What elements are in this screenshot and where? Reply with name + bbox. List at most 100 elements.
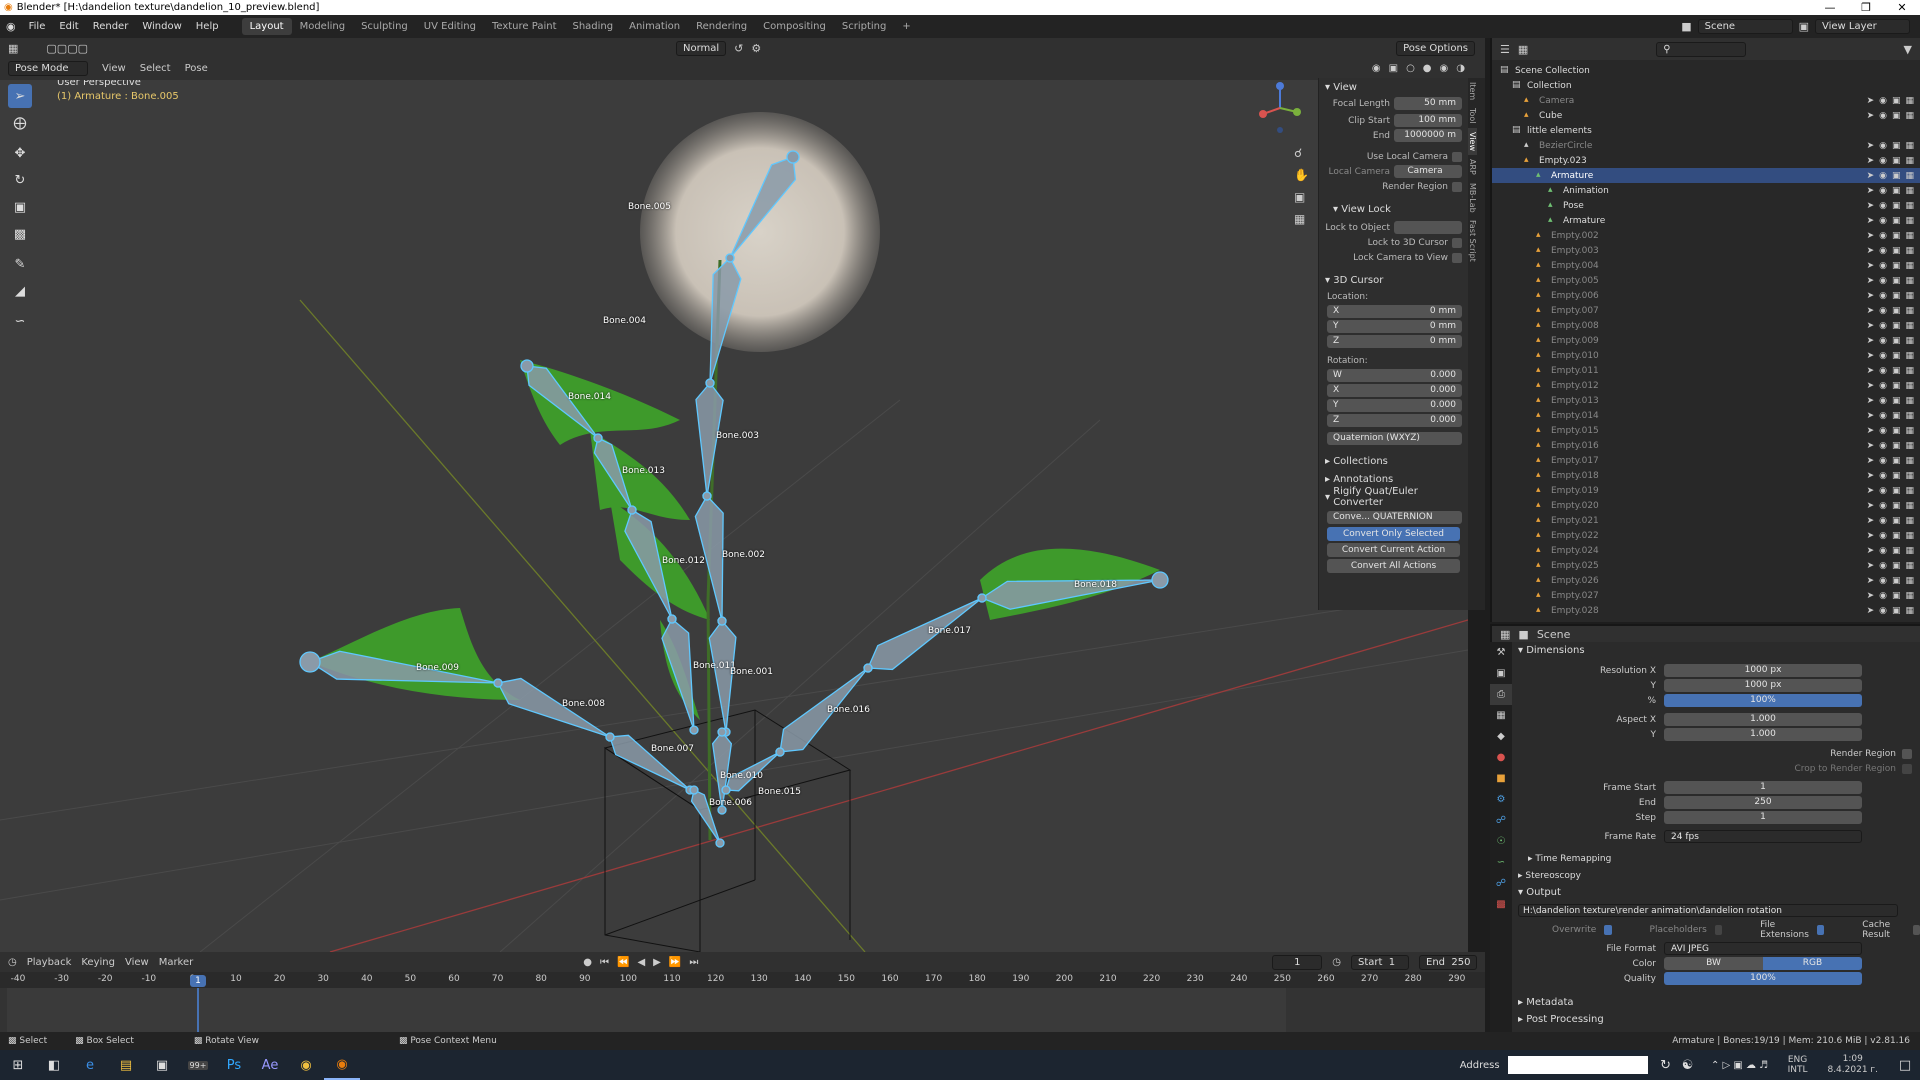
edge-browser-icon[interactable]: e xyxy=(72,1050,108,1080)
photoshop-icon[interactable]: Ps xyxy=(216,1050,252,1080)
visibility-toggles[interactable]: ➤ ◉ ▣ ▦ xyxy=(1867,321,1914,331)
texture-tab-icon[interactable]: ▩ xyxy=(1490,894,1512,915)
maximize-button[interactable]: ❐ xyxy=(1848,1,1884,14)
cursor-tool-icon[interactable]: ⨁ xyxy=(8,111,32,135)
tab-mb-lab[interactable]: MB-Lab xyxy=(1468,179,1477,217)
filter-icon[interactable]: ▼ xyxy=(1904,43,1912,56)
visibility-toggles[interactable]: ➤ ◉ ▣ ▦ xyxy=(1867,546,1914,556)
use-local-camera-checkbox[interactable] xyxy=(1452,151,1462,162)
tab-scripting[interactable]: Scripting xyxy=(834,18,894,35)
outliner-row[interactable]: ▴ Empty.008 ➤ ◉ ▣ ▦ xyxy=(1492,318,1920,333)
blender-taskbar-icon[interactable]: ◉ xyxy=(324,1050,360,1080)
outliner-row[interactable]: ▴ Empty.022 ➤ ◉ ▣ ▦ xyxy=(1492,528,1920,543)
refresh-icon[interactable]: ↻ xyxy=(1656,1050,1676,1080)
visibility-toggles[interactable]: ➤ ◉ ▣ ▦ xyxy=(1867,456,1914,466)
frame-rate-dropdown[interactable]: 24 fps xyxy=(1664,830,1862,843)
timeline-track-area[interactable] xyxy=(0,988,1485,1032)
annotate-tool-icon[interactable]: ✎ xyxy=(8,252,32,276)
resolution-pct-slider[interactable]: 100% xyxy=(1664,694,1862,707)
outliner-row[interactable]: ▴ Empty.024 ➤ ◉ ▣ ▦ xyxy=(1492,543,1920,558)
frame-step-field[interactable]: 1 xyxy=(1664,811,1862,824)
visibility-toggles[interactable]: ➤ ◉ ▣ ▦ xyxy=(1867,156,1914,166)
overwrite-checkbox[interactable] xyxy=(1604,924,1612,935)
outliner-row[interactable]: ▴ Empty.026 ➤ ◉ ▣ ▦ xyxy=(1492,573,1920,588)
tab-texture-paint[interactable]: Texture Paint xyxy=(484,18,565,35)
tab-sculpting[interactable]: Sculpting xyxy=(353,18,416,35)
mode-dropdown[interactable]: Pose Mode xyxy=(8,60,88,76)
menu-file[interactable]: File xyxy=(22,21,53,32)
outliner-row[interactable]: ▤ little elements xyxy=(1492,123,1920,138)
viewport-nav-buttons[interactable]: ☌ ✋ ▣ ▦ xyxy=(1294,146,1309,226)
resolution-y-field[interactable]: 1000 px xyxy=(1664,679,1862,692)
outliner-row[interactable]: ▴ Empty.025 ➤ ◉ ▣ ▦ xyxy=(1492,558,1920,573)
scene-selector[interactable]: Scene xyxy=(1697,19,1793,34)
rot-z-field[interactable]: Z 0.000 xyxy=(1327,414,1462,427)
data-tab-icon[interactable]: ☉ xyxy=(1490,831,1512,852)
visibility-toggles[interactable]: ➤ ◉ ▣ ▦ xyxy=(1867,111,1914,121)
dimensions-header[interactable]: ▾ Dimensions xyxy=(1492,642,1920,659)
end-frame-field[interactable]: End 250 xyxy=(1419,954,1477,970)
post-processing-header[interactable]: ▸ Post Processing xyxy=(1492,1011,1920,1028)
output-path-input[interactable]: H:\dandelion texture\render animation\da… xyxy=(1518,904,1898,917)
menu-edit[interactable]: Edit xyxy=(52,21,85,32)
outliner-row[interactable]: ▴ Pose ➤ ◉ ▣ ▦ xyxy=(1492,198,1920,213)
chrome-icon[interactable]: ◉ xyxy=(288,1050,324,1080)
visibility-toggles[interactable]: ➤ ◉ ▣ ▦ xyxy=(1867,336,1914,346)
outliner-row[interactable]: ▴ Empty.023 ➤ ◉ ▣ ▦ xyxy=(1492,153,1920,168)
bone-tool-icon[interactable]: ∽ xyxy=(8,309,32,333)
task-view-icon[interactable]: ◧ xyxy=(36,1050,72,1080)
visibility-toggles[interactable]: ➤ ◉ ▣ ▦ xyxy=(1867,606,1914,616)
cache-result-checkbox[interactable] xyxy=(1912,924,1920,935)
visibility-toggles[interactable]: ➤ ◉ ▣ ▦ xyxy=(1867,291,1914,301)
lock-3d-cursor-checkbox[interactable] xyxy=(1452,237,1462,248)
rotation-mode-dropdown[interactable]: Quaternion (WXYZ) xyxy=(1327,432,1462,445)
aspect-y-field[interactable]: 1.000 xyxy=(1664,728,1862,741)
outliner-row[interactable]: ▴ Empty.020 ➤ ◉ ▣ ▦ xyxy=(1492,498,1920,513)
playhead-frame[interactable]: 1 xyxy=(190,975,206,987)
frame-end-field[interactable]: 250 xyxy=(1664,796,1862,809)
outliner-row[interactable]: ▴ Empty.012 ➤ ◉ ▣ ▦ xyxy=(1492,378,1920,393)
pivot-icon[interactable]: ↺ xyxy=(734,42,743,55)
menu-view[interactable]: View xyxy=(102,63,126,74)
outliner-row[interactable]: ▴ Empty.007 ➤ ◉ ▣ ▦ xyxy=(1492,303,1920,318)
convert-only-selected-button[interactable]: Convert Only Selected xyxy=(1327,527,1460,541)
outliner-row[interactable]: ▴ Empty.010 ➤ ◉ ▣ ▦ xyxy=(1492,348,1920,363)
3d-viewport[interactable]: Bone.005 Bone.004 Bone.014 Bone.003 Bone.013… xyxy=(0,80,1468,952)
mail-icon[interactable]: 99+ xyxy=(180,1050,216,1080)
select-mode-icons[interactable]: ▢▢▢▢ xyxy=(46,42,88,55)
3d-cursor-header[interactable]: ▾ 3D Cursor xyxy=(1319,271,1468,289)
world-tab-icon[interactable]: ● xyxy=(1490,747,1512,768)
armature-bones[interactable] xyxy=(0,80,1468,952)
outliner-row[interactable]: ▴ Empty.009 ➤ ◉ ▣ ▦ xyxy=(1492,333,1920,348)
visibility-toggles[interactable]: ➤ ◉ ▣ ▦ xyxy=(1867,531,1914,541)
visibility-toggles[interactable]: ➤ ◉ ▣ ▦ xyxy=(1867,471,1914,481)
tab-uv-editing[interactable]: UV Editing xyxy=(416,18,484,35)
outliner-row[interactable]: ▤ Collection xyxy=(1492,78,1920,93)
focal-length-field[interactable]: 50 mm xyxy=(1394,97,1462,110)
file-format-dropdown[interactable]: AVI JPEG xyxy=(1664,942,1862,955)
outliner-row[interactable]: ▴ BezierCircle ➤ ◉ ▣ ▦ xyxy=(1492,138,1920,153)
outliner-row[interactable]: ▤ Scene Collection xyxy=(1492,63,1920,78)
tab-tool[interactable]: Tool xyxy=(1468,104,1477,128)
menu-timeline-view[interactable]: View xyxy=(125,957,149,968)
outliner-row[interactable]: ▴ Animation ➤ ◉ ▣ ▦ xyxy=(1492,183,1920,198)
display-mode-icon[interactable]: ▦ xyxy=(1518,43,1528,56)
outliner-row[interactable]: ▴ Empty.014 ➤ ◉ ▣ ▦ xyxy=(1492,408,1920,423)
tab-rendering[interactable]: Rendering xyxy=(688,18,755,35)
outliner-row[interactable]: ▴ Empty.028 ➤ ◉ ▣ ▦ xyxy=(1492,603,1920,618)
crop-region-checkbox[interactable] xyxy=(1902,763,1912,774)
tab-compositing[interactable]: Compositing xyxy=(755,18,834,35)
add-workspace-button[interactable]: + xyxy=(894,18,918,35)
outliner-row[interactable]: ▴ Empty.011 ➤ ◉ ▣ ▦ xyxy=(1492,363,1920,378)
scene-tab-icon[interactable]: ◆ xyxy=(1490,726,1512,747)
outliner-row[interactable]: ▴ Empty.006 ➤ ◉ ▣ ▦ xyxy=(1492,288,1920,303)
properties-editor-icon[interactable]: ▦ xyxy=(1500,628,1510,641)
render-tab-icon[interactable]: ▣ xyxy=(1490,663,1512,684)
shading-controls[interactable]: ◉ ▣ ○ ● ◉ ◑ xyxy=(1372,63,1465,74)
visibility-toggles[interactable]: ➤ ◉ ▣ ▦ xyxy=(1867,171,1914,181)
visibility-toggles[interactable]: ➤ ◉ ▣ ▦ xyxy=(1867,396,1914,406)
select-box-tool-icon[interactable]: ➢ xyxy=(8,84,32,108)
navigation-gizmo[interactable] xyxy=(1255,80,1305,138)
render-region-checkbox[interactable] xyxy=(1902,748,1912,759)
placeholders-checkbox[interactable] xyxy=(1714,924,1723,935)
